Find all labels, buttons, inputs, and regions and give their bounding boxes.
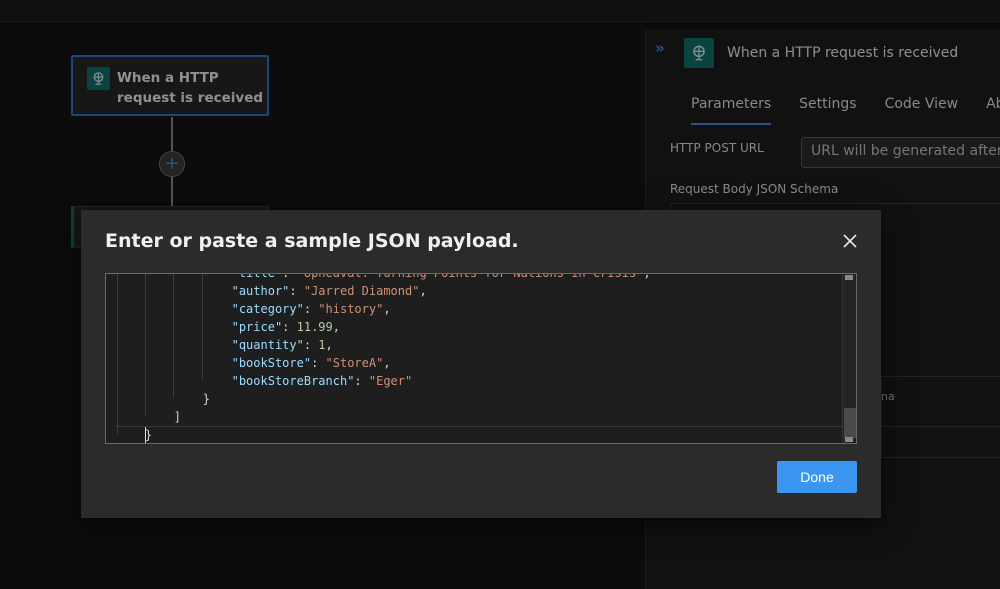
code-line: "title": "Upheaval: Turning Points for N…: [116, 273, 651, 282]
json-payload-editor[interactable]: "title": "Upheaval: Turning Points for N…: [105, 273, 857, 444]
json-value: 1: [318, 338, 326, 352]
json-value: "Jarred Diamond": [303, 284, 420, 298]
code-line: "price": 11.99,: [231, 320, 340, 334]
scroll-down-icon[interactable]: [845, 437, 853, 442]
dialog-title: Enter or paste a sample JSON payload.: [105, 230, 519, 252]
json-key: "bookStore": [231, 356, 312, 370]
json-key: "author": [231, 284, 290, 298]
code-line: }: [116, 426, 651, 443]
code-line: }: [116, 390, 651, 408]
json-value: 11.99: [296, 320, 333, 334]
json-value: "Upheaval: Turning Points for Nations in…: [296, 273, 644, 280]
json-key: "quantity": [231, 338, 304, 352]
code-line: "quantity": 1,: [231, 338, 333, 352]
json-value: "StoreA": [325, 356, 384, 370]
code-line: "author": "Jarred Diamond",: [231, 284, 427, 298]
json-key: "category": [231, 302, 304, 316]
scrollbar-thumb[interactable]: [844, 408, 856, 438]
json-code: "title": "Upheaval: Turning Points for N…: [116, 273, 651, 443]
scroll-up-icon[interactable]: [845, 275, 853, 280]
close-icon[interactable]: [840, 231, 860, 251]
code-line: "category": "history",: [231, 302, 391, 316]
code-line: ]: [116, 408, 651, 426]
json-key: "price": [231, 320, 283, 334]
code-line: "bookStore": "StoreA",: [231, 356, 391, 370]
json-bracket: }: [202, 392, 210, 406]
done-button[interactable]: Done: [777, 461, 857, 493]
text-cursor: [145, 427, 146, 443]
editor-scrollbar[interactable]: [842, 274, 856, 443]
json-bracket: ]: [173, 410, 182, 424]
json-key: "title": [231, 273, 283, 280]
json-key: "bookStoreBranch": [231, 374, 355, 388]
json-value: "Eger": [368, 374, 413, 388]
json-value: "history": [318, 302, 384, 316]
code-line: "bookStoreBranch": "Eger": [231, 374, 413, 388]
sample-payload-dialog: Enter or paste a sample JSON payload. "t…: [81, 210, 881, 518]
